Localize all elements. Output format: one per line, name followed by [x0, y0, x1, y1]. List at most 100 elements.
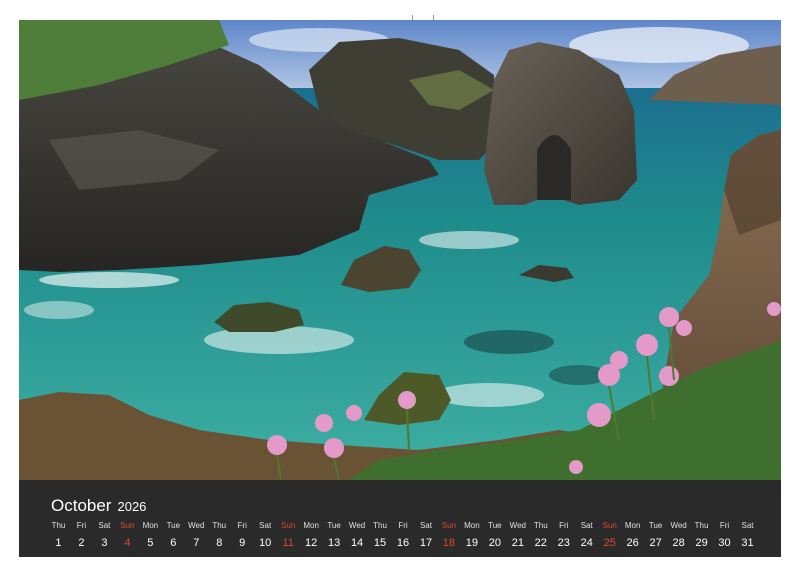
- day-cell: Mon 5: [139, 520, 162, 551]
- day-cell: Wed 21: [506, 520, 529, 551]
- day-number: 3: [101, 537, 108, 549]
- surf: [419, 231, 519, 249]
- weekday-label: Sat: [419, 521, 432, 530]
- day-number: 4: [124, 537, 131, 549]
- day-number: 8: [216, 537, 223, 549]
- day-cell: Fri 30: [713, 520, 736, 551]
- day-cell: Mon 12: [300, 520, 323, 551]
- day-cell: Sun 25: [598, 520, 621, 551]
- calendar-photo: [19, 20, 781, 480]
- day-cell: Thu 22: [529, 520, 552, 551]
- surf: [434, 383, 544, 407]
- day-cell: Fri 9: [231, 520, 254, 551]
- day-number: 17: [419, 537, 433, 549]
- day-number: 25: [603, 537, 616, 549]
- day-cell: Fri 16: [392, 520, 415, 551]
- day-number: 13: [327, 537, 341, 549]
- day-number: 2: [78, 537, 85, 549]
- weekday-label: Sat: [741, 521, 754, 530]
- weekday-label: Tue: [327, 521, 341, 530]
- weekday-label: Wed: [188, 521, 205, 530]
- day-cell: Fri 2: [70, 520, 93, 551]
- weekday-label: Sat: [259, 521, 272, 530]
- surf: [39, 272, 179, 288]
- day-number: 23: [557, 537, 570, 549]
- day-number: 26: [626, 537, 639, 549]
- day-number: 1: [55, 537, 62, 549]
- day-cell: Sat 3: [93, 520, 116, 551]
- day-number: 27: [649, 537, 662, 549]
- day-cell: Mon 26: [621, 520, 644, 551]
- day-cell: Sun 4: [116, 520, 139, 551]
- weekday-label: Fri: [237, 521, 247, 530]
- day-cell: Thu 15: [369, 520, 392, 551]
- day-cell: Thu 8: [208, 520, 231, 551]
- day-number: 31: [741, 537, 754, 549]
- day-cell: Sat 31: [736, 520, 759, 551]
- day-number: 12: [305, 537, 318, 549]
- day-cell: Tue 20: [483, 520, 506, 551]
- day-cell: Wed 7: [185, 520, 208, 551]
- day-cell: Sat 10: [254, 520, 277, 551]
- day-cell: Sat 17: [414, 520, 437, 551]
- day-cell: Wed 28: [667, 520, 690, 551]
- day-number: 24: [580, 537, 593, 549]
- surf: [24, 301, 94, 319]
- weekday-label: Tue: [648, 521, 663, 530]
- weekday-label: Wed: [509, 521, 526, 530]
- weekday-label: Sun: [602, 521, 617, 530]
- day-number: 6: [170, 537, 177, 549]
- calendar-strip: October 2026 Thu 1 Fri 2 Sat 3 Sun 4 Mon 5 Tue 6 Wed…: [19, 480, 781, 557]
- weekday-label: Sun: [120, 521, 135, 530]
- weekday-label: Fri: [76, 521, 87, 530]
- weekday-label: Sat: [98, 521, 111, 530]
- day-number: 11: [282, 537, 294, 549]
- weekday-label: Thu: [212, 521, 227, 530]
- coastal-landscape-image: [19, 20, 781, 480]
- year: 2026: [117, 499, 147, 514]
- day-cell: Sat 24: [575, 520, 598, 551]
- day-number: 21: [511, 537, 524, 549]
- day-number: 28: [672, 537, 685, 549]
- day-cell: Tue 13: [323, 520, 346, 551]
- day-number: 20: [488, 537, 501, 549]
- day-cell: Tue 6: [162, 520, 185, 551]
- weekday-label: Thu: [373, 521, 387, 530]
- day-number: 22: [534, 537, 547, 549]
- weekday-label: Mon: [142, 521, 159, 530]
- day-cell: Fri 23: [552, 520, 575, 551]
- day-cell: Thu 1: [47, 520, 70, 551]
- weekday-label: Sat: [580, 521, 593, 530]
- weekday-label: Thu: [51, 521, 66, 530]
- day-number: 15: [373, 537, 387, 549]
- day-number: 7: [193, 537, 200, 549]
- weekday-label: Fri: [559, 521, 569, 530]
- day-cell: Sun 18: [437, 520, 460, 551]
- month-heading: October 2026: [51, 496, 146, 516]
- day-number: 29: [695, 537, 708, 549]
- weekday-label: Fri: [398, 521, 408, 530]
- weekday-label: Wed: [348, 521, 366, 530]
- day-grid: Thu 1 Fri 2 Sat 3 Sun 4 Mon 5 Tue 6 Wed 7 Thu 8 Fri 9 Sat 1…: [47, 520, 759, 551]
- weekday-label: Mon: [464, 521, 480, 530]
- weekday-label: Mon: [624, 521, 641, 530]
- day-number: 5: [147, 537, 154, 549]
- day-number: 16: [396, 537, 410, 549]
- day-cell: Tue 27: [644, 520, 667, 551]
- day-cell: Wed 14: [346, 520, 369, 551]
- submerged-rock: [464, 330, 554, 354]
- weekday-label: Thu: [694, 521, 709, 530]
- month-name: October: [51, 496, 112, 515]
- day-cell: Sun 11: [277, 520, 300, 551]
- day-number: 14: [350, 537, 364, 549]
- weekday-label: Wed: [670, 521, 687, 530]
- weekday-label: Fri: [719, 521, 730, 530]
- sea-stack-arch: [537, 135, 571, 200]
- weekday-label: Tue: [166, 521, 181, 530]
- weekday-label: Sun: [441, 521, 457, 530]
- weekday-label: Sun: [281, 521, 296, 530]
- day-cell: Thu 29: [690, 520, 713, 551]
- weekday-label: Mon: [303, 521, 319, 530]
- day-number: 9: [239, 537, 246, 549]
- day-number: 18: [442, 537, 456, 549]
